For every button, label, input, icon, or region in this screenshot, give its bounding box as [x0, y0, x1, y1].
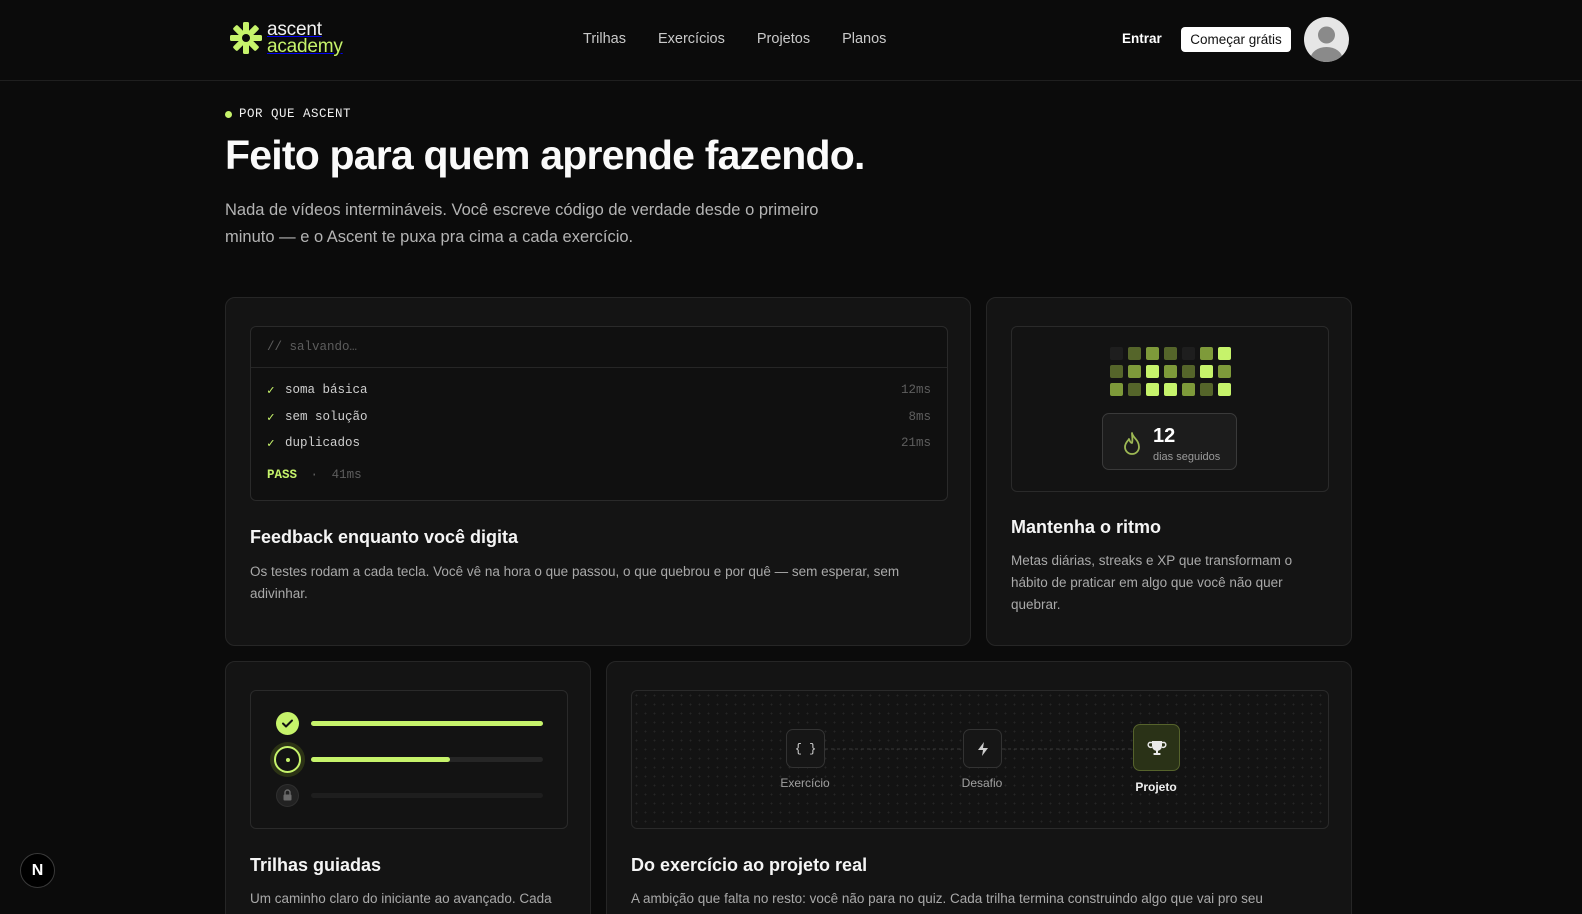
test-row: ✓ sem solução 8ms [267, 407, 931, 427]
logo-burst-icon [230, 22, 262, 54]
code-preview: // salvando… ✓ soma básica 12ms ✓ sem so… [250, 326, 948, 501]
feature-description: Metas diárias, streaks e XP que transfor… [1011, 553, 1293, 612]
activity-cell [1164, 347, 1177, 360]
test-summary: PASS · 41ms [267, 468, 362, 482]
activity-cell [1164, 365, 1177, 378]
logo-text-line2: academy [267, 36, 343, 57]
activity-cell [1182, 365, 1195, 378]
activity-cell [1146, 365, 1159, 378]
activity-cell [1200, 383, 1213, 396]
step-progress-fill [311, 757, 451, 762]
dev-tools-badge[interactable]: N [20, 853, 55, 888]
journey-preview: { } Exercício Desafio Projeto [631, 690, 1329, 829]
test-time: 21ms [900, 436, 931, 450]
activity-cell [1128, 365, 1141, 378]
lock-icon [276, 784, 299, 807]
streak-days: 12 [1153, 425, 1176, 447]
activity-cell [1218, 383, 1231, 396]
activity-cell [1110, 347, 1123, 360]
step-done-icon [276, 712, 299, 735]
activity-cell [1218, 365, 1231, 378]
avatar[interactable] [1304, 17, 1349, 62]
activity-cell [1164, 383, 1177, 396]
activity-cell [1182, 383, 1195, 396]
flame-icon [1124, 432, 1140, 455]
feature-title: Trilhas guiadas [250, 855, 382, 875]
logo[interactable]: ascent academy [229, 20, 343, 57]
feature-description: A ambição que falta no resto: você não p… [631, 891, 1263, 906]
check-icon: ✓ [267, 437, 275, 451]
test-row: ✓ soma básica 12ms [267, 380, 931, 400]
activity-cell [1146, 383, 1159, 396]
total-time: 41ms [331, 468, 362, 482]
stage-label: Desafio [961, 776, 1003, 790]
activity-cell [1110, 383, 1123, 396]
streak-counter: 12 dias seguidos [1102, 413, 1237, 470]
feature-card-feedback: // salvando… ✓ soma básica 12ms ✓ sem so… [225, 297, 971, 646]
activity-cell [1182, 347, 1195, 360]
braces-icon: { } [786, 729, 825, 768]
section-eyebrow: POR QUE ASCENT [225, 107, 351, 121]
user-silhouette-icon [1310, 26, 1343, 62]
feature-card-tracks: Trilhas guiadas Um caminho claro do inic… [225, 661, 591, 914]
test-name: soma básica [285, 383, 368, 397]
streak-days-label: dias seguidos [1153, 451, 1221, 463]
tracks-preview [250, 690, 568, 829]
step-current-icon [274, 746, 301, 773]
test-row: ✓ duplicados 21ms [267, 433, 931, 453]
stage-label: Projeto [1135, 780, 1177, 794]
step-progress-bar [311, 757, 543, 762]
code-header: // salvando… [251, 327, 947, 368]
activity-cell [1146, 347, 1159, 360]
activity-cell [1200, 365, 1213, 378]
nav-projetos[interactable]: Projetos [757, 31, 810, 47]
page-title: Feito para quem aprende fazendo. [225, 132, 865, 178]
streak-preview: 12 dias seguidos [1011, 326, 1329, 492]
nav-trilhas[interactable]: Trilhas [583, 31, 626, 47]
feature-description: Um caminho claro do iniciante ao avançad… [250, 891, 552, 906]
step-progress-bar [311, 721, 543, 726]
activity-cell [1218, 347, 1231, 360]
page-subtitle: Nada de vídeos intermináveis. Você escre… [225, 201, 819, 246]
main-nav: Trilhas Exercícios Projetos Planos [583, 31, 918, 47]
feature-title: Feedback enquanto você digita [250, 527, 519, 547]
step-progress-bar [311, 793, 543, 798]
activity-cell [1200, 347, 1213, 360]
feature-description: Os testes rodam a cada tecla. Você vê na… [250, 564, 900, 601]
stage-label: Exercício [780, 776, 830, 790]
status-badge: PASS [267, 468, 298, 482]
test-time: 8ms [908, 410, 931, 424]
lightning-icon [963, 729, 1002, 768]
test-name: duplicados [285, 436, 361, 450]
login-link[interactable]: Entrar [1122, 31, 1162, 46]
nav-planos[interactable]: Planos [842, 31, 886, 47]
start-free-button[interactable]: Começar grátis [1181, 27, 1291, 52]
top-navbar: ascent academy Trilhas Exercícios Projet… [0, 0, 1582, 81]
trophy-icon [1133, 724, 1180, 771]
feature-title: Mantenha o ritmo [1011, 517, 1162, 537]
activity-cell [1128, 383, 1141, 396]
feature-card-journey: { } Exercício Desafio Projeto Do exercíc… [606, 661, 1352, 914]
eyebrow-dot-icon [225, 110, 232, 118]
activity-cell [1128, 347, 1141, 360]
eyebrow-label: POR QUE ASCENT [239, 107, 352, 121]
feature-card-streak: 12 dias seguidos Mantenha o ritmo Metas … [986, 297, 1352, 646]
summary-separator: · [310, 468, 319, 482]
step-progress-fill [311, 721, 543, 726]
test-name: sem solução [285, 410, 368, 424]
check-icon: ✓ [267, 384, 275, 398]
test-time: 12ms [900, 383, 931, 397]
activity-cell [1110, 365, 1123, 378]
activity-heatmap [1110, 347, 1234, 397]
check-icon: ✓ [267, 411, 275, 425]
nav-exercicios[interactable]: Exercícios [658, 31, 725, 47]
feature-title: Do exercício ao projeto real [631, 855, 868, 875]
